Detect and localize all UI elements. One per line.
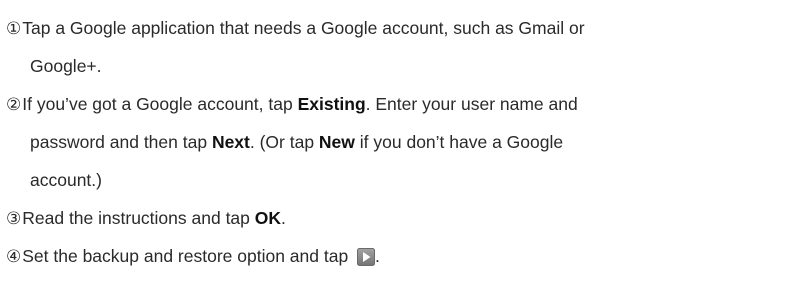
step-3-line-1: ③Read the instructions and tap OK.: [6, 199, 802, 237]
step-text: account.): [30, 170, 102, 190]
step-4-line-1: ④Set the backup and restore option and t…: [6, 237, 802, 275]
step-number: ①: [6, 19, 22, 39]
step-text: if you don’t have a Google: [354, 132, 564, 152]
step-1-line-1: ①Tap a Google application that needs a G…: [6, 9, 802, 47]
step-3: ③Read the instructions and tap OK.: [6, 199, 802, 237]
step-text: Read the instructions and tap: [22, 208, 255, 228]
new-label: New: [318, 132, 355, 152]
step-2-line-2: password and then tap Next. (Or tap New …: [6, 123, 802, 161]
step-list: ①Tap a Google application that needs a G…: [6, 9, 802, 275]
step-1-line-2: Google+.: [6, 47, 802, 85]
step-text: .: [281, 208, 286, 228]
step-text: Google+.: [30, 56, 102, 76]
step-2: ②If you’ve got a Google account, tap Exi…: [6, 85, 802, 199]
step-text: . (Or tap: [249, 132, 319, 152]
step-text: Tap a Google application that needs a Go…: [22, 18, 585, 38]
step-text: If you’ve got a Google account, tap: [22, 94, 298, 114]
step-text: . Enter your user name and: [365, 94, 578, 114]
next-label: Next: [211, 132, 250, 152]
step-text: .: [375, 246, 380, 266]
play-next-icon: [357, 248, 376, 266]
step-4: ④Set the backup and restore option and t…: [6, 237, 802, 275]
step-number: ④: [6, 247, 22, 267]
step-text: Set the backup and restore option and ta…: [22, 246, 354, 266]
ok-label: OK: [254, 208, 282, 228]
existing-label: Existing: [297, 94, 366, 114]
step-number: ②: [6, 95, 22, 115]
step-text: password and then tap: [30, 132, 212, 152]
step-2-line-1: ②If you’ve got a Google account, tap Exi…: [6, 85, 802, 123]
step-1: ①Tap a Google application that needs a G…: [6, 9, 802, 85]
step-2-line-3: account.): [6, 161, 802, 199]
step-number: ③: [6, 209, 22, 229]
